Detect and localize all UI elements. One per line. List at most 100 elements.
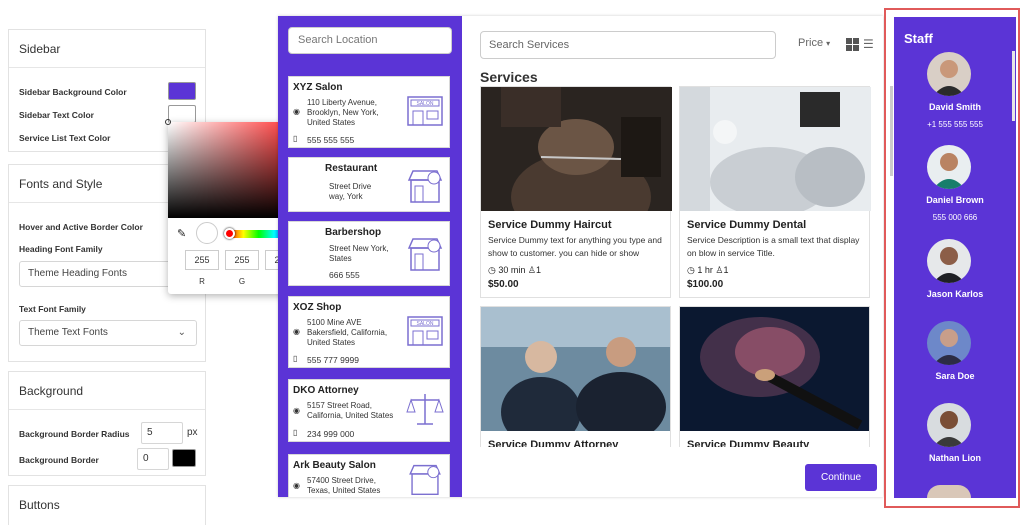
clock-icon: ◷ [687,265,695,275]
service-name: Service Dummy Attorney [488,439,619,447]
staff-name[interactable]: Sara Doe [894,371,1016,381]
map-pin-icon: ◉ [293,406,300,415]
service-duration: 1 hr [697,265,713,275]
location-card[interactable]: DKO Attorney ◉ 5157 Street Road, Califor… [288,379,450,442]
saturation-handle[interactable] [165,119,171,125]
shop-icon [407,238,443,271]
staff-scrollbar[interactable] [1012,51,1015,121]
red-label: R [199,277,205,286]
avatar[interactable] [927,52,971,96]
salon-icon: SALON [407,96,443,126]
avatar[interactable] [927,485,971,498]
sidebar-settings-title: Sidebar [9,30,205,68]
avatar[interactable] [927,239,971,283]
text-font-select[interactable]: Theme Text Fonts ⌄ [19,320,197,346]
background-title: Background [9,372,205,410]
staff-name[interactable]: Nathan Lion [894,453,1016,463]
avatar[interactable] [927,403,971,447]
grid-view-icon[interactable] [846,38,859,51]
service-meta: ◷ 30 min ♙1 [488,265,541,276]
service-description: Service Dummy text for anything you type… [488,235,662,258]
staff-name[interactable]: Jason Karlos [894,289,1016,299]
background-card: Background Background Border Radius 5 px… [8,371,206,476]
location-card[interactable]: Barbershop Street New York, States 666 5… [288,221,450,286]
price-sort-dropdown[interactable]: Price ▾ [798,37,830,49]
location-phone: 666 555 [329,270,360,280]
red-input[interactable]: 255 [185,250,219,270]
green-input[interactable]: 255 [225,250,259,270]
buttons-card: Buttons [8,485,206,525]
location-phone: 555 555 555 [307,135,355,145]
service-image [481,307,670,431]
eyedropper-icon[interactable]: ✎ [177,227,186,240]
services-heading: Services [480,69,538,85]
avatar[interactable] [927,321,971,365]
location-search-input[interactable]: Search Location [288,27,452,54]
location-address: 110 Liberty Avenue, Brooklyn, New York, … [307,98,379,127]
service-search-input[interactable]: Search Services [480,31,776,59]
service-image [481,87,672,211]
hue-handle[interactable] [224,228,235,239]
avatar[interactable] [927,145,971,189]
salon-icon: SALON [407,316,443,346]
service-description: Service Description is a small text that… [687,235,860,258]
service-image [680,307,869,431]
service-list-text-color-label: Service List Text Color [19,133,111,143]
bg-border-label: Background Border [19,455,99,465]
service-price: $100.00 [687,279,724,290]
text-font-label: Text Font Family [19,304,86,314]
map-pin-icon: ◉ [293,327,300,336]
staff-name[interactable]: David Smith [894,102,1016,112]
staff-panel: Staff David Smith +1 555 555 555 Daniel … [894,17,1016,498]
price-sort-label: Price [798,37,824,49]
service-card[interactable]: Service Dummy Attorney [480,306,671,447]
location-address: Street New York, States [329,244,389,263]
map-pin-icon: ◉ [293,107,300,116]
sidebar-text-color-label: Sidebar Text Color [19,110,94,120]
shop-icon [407,170,443,203]
location-card[interactable]: XYZ Salon ◉ 110 Liberty Avenue, Brooklyn… [288,76,450,148]
shop-icon [409,464,441,495]
location-phone: 555 777 9999 [307,355,359,365]
location-address: 5157 Street Road, California, United Sta… [307,401,394,420]
service-card[interactable]: Service Dummy Beauty [679,306,870,447]
svg-text:SALON: SALON [417,101,434,107]
service-name: Service Dummy Beauty [687,439,810,447]
service-capacity: 1 [723,265,729,275]
green-label: G [238,277,246,286]
svg-text:SALON: SALON [417,321,434,327]
service-card[interactable]: Service Dummy Dental Service Description… [679,86,871,298]
location-name: Restaurant [325,163,378,174]
staff-heading: Staff [904,31,933,46]
person-icon: ♙ [527,265,536,275]
bg-border-color-swatch[interactable] [172,449,196,467]
phone-icon: ▯ [293,134,298,143]
heading-font-value: Theme Heading Fonts [28,268,127,279]
continue-button[interactable]: Continue [805,464,877,491]
service-name: Service Dummy Haircut [488,219,612,231]
bg-border-radius-unit: px [187,427,198,438]
sidebar-bg-color-swatch[interactable] [168,82,196,100]
phone-icon: ▯ [293,354,298,363]
staff-phone: +1 555 555 555 [927,120,983,129]
heading-font-label: Heading Font Family [19,244,103,254]
location-address: 5100 Mine AVE Bakersfield, California, U… [307,318,388,347]
caret-down-icon: ▾ [826,39,831,48]
service-card[interactable]: Service Dummy Haircut Service Dummy text… [480,86,672,298]
map-pin-icon: ◉ [293,481,300,490]
sidebar-bg-color-label: Sidebar Background Color [19,87,127,97]
location-card[interactable]: Restaurant Street Drive way, York [288,157,450,212]
bg-border-radius-input[interactable]: 5 [141,422,183,444]
location-card[interactable]: Ark Beauty Salon ◉ 57400 Street Drive, T… [288,454,450,497]
location-address: Street Drive way, York [329,182,372,201]
bg-border-input[interactable]: 0 [137,448,169,470]
location-name: DKO Attorney [293,385,359,396]
location-panel: Search Location XYZ Salon ◉ 110 Liberty … [278,16,462,497]
list-view-icon[interactable]: ☰ [863,38,877,51]
staff-phone: 555 000 666 [932,213,978,222]
staff-name[interactable]: Daniel Brown [894,195,1016,205]
sidebar-text-color-swatch[interactable] [168,105,196,123]
service-image [680,87,871,211]
service-capacity: 1 [535,265,541,275]
location-card[interactable]: XOZ Shop ◉ 5100 Mine AVE Bakersfield, Ca… [288,296,450,368]
